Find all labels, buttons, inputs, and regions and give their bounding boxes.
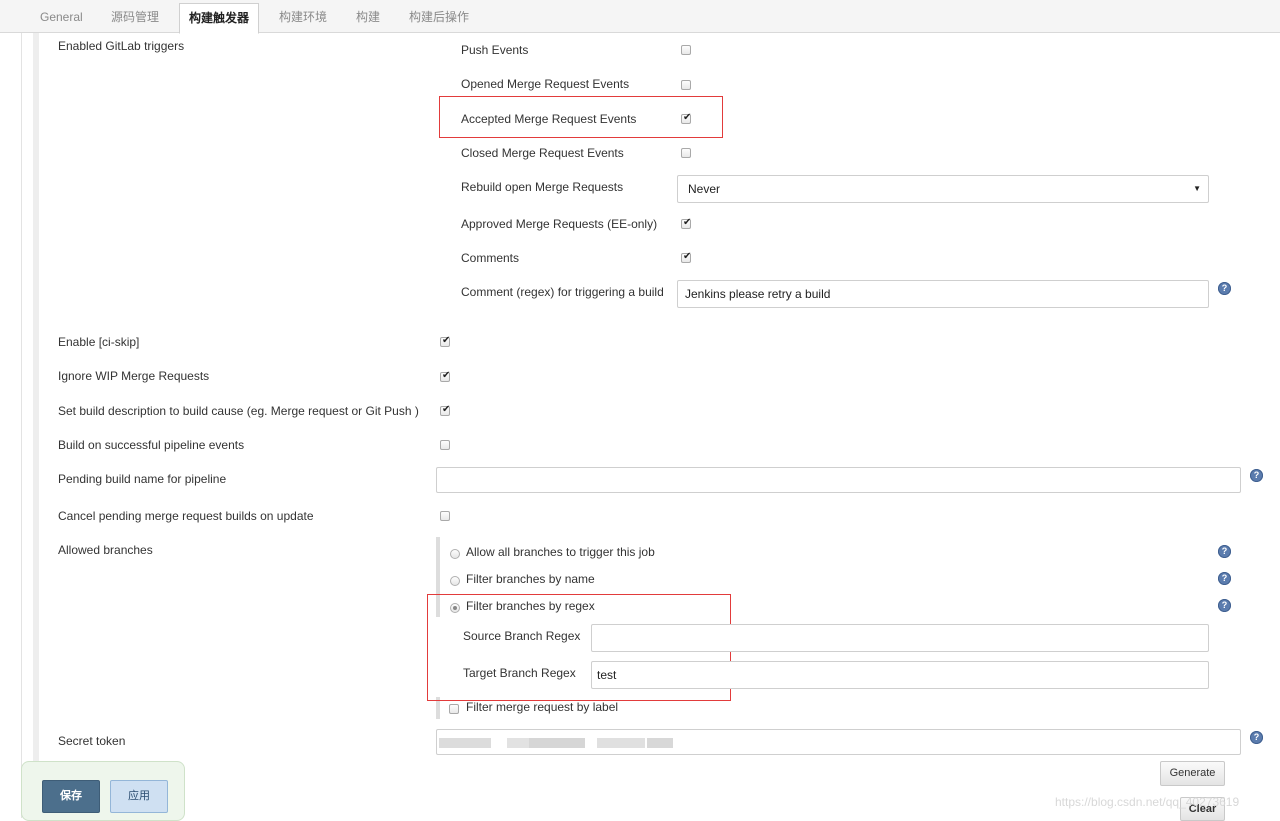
tab-post-build[interactable]: 构建后操作 xyxy=(409,2,469,32)
comment-regex-input[interactable] xyxy=(677,280,1209,308)
secret-token-label: Secret token xyxy=(58,734,126,748)
check-icon: ✔ xyxy=(683,112,692,123)
caret-down-icon: ▼ xyxy=(1193,184,1201,193)
build-description-label: Set build description to build cause (eg… xyxy=(58,404,419,418)
check-icon: ✔ xyxy=(442,370,451,381)
question-circle-icon[interactable]: ? xyxy=(1218,599,1231,612)
filter-by-label-label: Filter merge request by label xyxy=(466,700,619,714)
section-border xyxy=(21,33,22,818)
allow-all-radio[interactable] xyxy=(450,549,460,559)
tab-source-control[interactable]: 源码管理 xyxy=(111,2,159,32)
question-circle-icon[interactable]: ? xyxy=(1218,545,1231,558)
source-regex-input[interactable] xyxy=(591,624,1209,652)
question-circle-icon[interactable]: ? xyxy=(1250,731,1263,744)
rebuild-open-label: Rebuild open Merge Requests xyxy=(461,180,624,194)
tab-bar: General 源码管理 构建触发器 构建环境 构建 构建后操作 xyxy=(0,0,1280,34)
ignore-wip-checkbox[interactable]: ✔ xyxy=(440,370,451,382)
comments-checkbox[interactable]: ✔ xyxy=(681,251,692,263)
allow-all-label: Allow all branches to trigger this job xyxy=(466,545,655,559)
build-description-checkbox[interactable]: ✔ xyxy=(440,404,451,416)
filter-by-regex-label: Filter branches by regex xyxy=(466,599,595,613)
ignore-wip-label: Ignore WIP Merge Requests xyxy=(58,369,210,383)
pipeline-events-label: Build on successful pipeline events xyxy=(58,438,245,452)
check-icon: ✔ xyxy=(683,251,692,262)
push-events-label: Push Events xyxy=(461,43,529,57)
target-regex-label: Target Branch Regex xyxy=(463,666,576,680)
closed-mr-checkbox[interactable] xyxy=(681,148,691,158)
filter-by-label-checkbox[interactable] xyxy=(449,704,459,714)
approved-mr-label: Approved Merge Requests (EE-only) xyxy=(461,217,658,231)
comments-label: Comments xyxy=(461,251,520,265)
opened-mr-checkbox[interactable] xyxy=(681,80,691,90)
push-events-checkbox[interactable] xyxy=(681,45,691,55)
comment-regex-label: Comment (regex) for triggering a build xyxy=(461,285,664,299)
filter-by-name-radio[interactable] xyxy=(450,576,460,586)
filter-by-name-label: Filter branches by name xyxy=(466,572,595,586)
check-icon: ✔ xyxy=(683,217,692,228)
closed-mr-label: Closed Merge Request Events xyxy=(461,146,624,160)
tab-build-triggers[interactable]: 构建触发器 xyxy=(179,3,260,34)
pipeline-events-checkbox[interactable] xyxy=(440,440,450,450)
cancel-pending-label: Cancel pending merge request builds on u… xyxy=(58,509,314,523)
secret-token-input[interactable] xyxy=(436,729,1241,755)
tab-build[interactable]: 构建 xyxy=(356,2,380,32)
allowed-branches-label: Allowed branches xyxy=(58,543,153,557)
opened-mr-label: Opened Merge Request Events xyxy=(461,77,630,91)
tab-general[interactable]: General xyxy=(40,2,83,32)
source-regex-label: Source Branch Regex xyxy=(463,629,581,643)
question-circle-icon[interactable]: ? xyxy=(1218,282,1231,295)
rebuild-open-value: Never xyxy=(688,182,721,196)
watermark: https://blog.csdn.net/qq_40273619 xyxy=(1055,795,1240,809)
section-indent-bar xyxy=(33,33,39,818)
target-regex-input[interactable] xyxy=(591,661,1209,689)
tab-build-environment[interactable]: 构建环境 xyxy=(279,2,327,32)
pending-build-name-input[interactable] xyxy=(436,467,1241,493)
save-button[interactable]: 保存 xyxy=(42,780,100,813)
generate-button[interactable]: Generate xyxy=(1160,761,1225,786)
approved-mr-checkbox[interactable]: ✔ xyxy=(681,217,692,229)
cancel-pending-checkbox[interactable] xyxy=(440,511,450,521)
check-icon: ✔ xyxy=(442,335,451,346)
question-circle-icon[interactable]: ? xyxy=(1218,572,1231,585)
masked-token-blur xyxy=(439,738,491,748)
rebuild-open-select[interactable]: Never ▼ xyxy=(677,175,1209,203)
pending-build-name-label: Pending build name for pipeline xyxy=(58,472,227,486)
accepted-mr-checkbox[interactable]: ✔ xyxy=(681,112,692,124)
apply-button[interactable]: 应用 xyxy=(110,780,168,813)
ci-skip-checkbox[interactable]: ✔ xyxy=(440,335,451,347)
question-circle-icon[interactable]: ? xyxy=(1250,469,1263,482)
gitlab-triggers-label: Enabled GitLab triggers xyxy=(58,39,185,53)
filter-by-regex-radio[interactable] xyxy=(450,603,460,613)
accepted-mr-label: Accepted Merge Request Events xyxy=(461,112,637,126)
ci-skip-label: Enable [ci-skip] xyxy=(58,335,140,349)
check-icon: ✔ xyxy=(442,404,451,415)
